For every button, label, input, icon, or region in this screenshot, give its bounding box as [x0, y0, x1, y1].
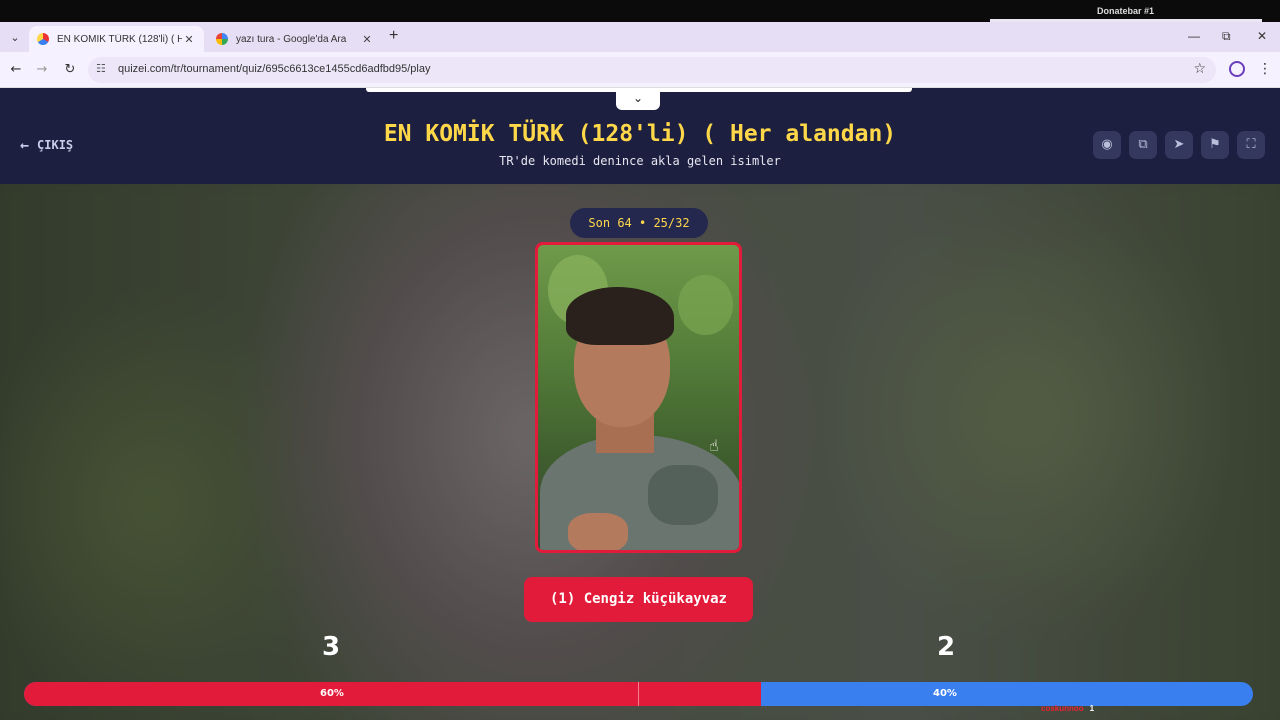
round-badge: Son 64 • 25/32: [570, 208, 708, 238]
close-tab-icon[interactable]: ✕: [360, 33, 374, 46]
browser-toolbar: ← → ↻ ☷ quizei.com/tr/tournament/quiz/69…: [0, 52, 1280, 88]
back-arrow-icon[interactable]: ←: [7, 61, 25, 79]
contestant-photo-card[interactable]: [535, 242, 742, 553]
close-tab-icon[interactable]: ✕: [182, 33, 196, 46]
flag-icon[interactable]: ⚑: [1201, 131, 1229, 159]
site-info-icon[interactable]: ☷: [96, 62, 106, 75]
close-window-button[interactable]: ✕: [1257, 29, 1267, 43]
google-favicon-icon: [216, 33, 228, 45]
right-percent-label: 40%: [933, 688, 957, 699]
bar-midline: [638, 682, 639, 706]
stream-value: 1: [1089, 704, 1095, 713]
chevron-down-icon[interactable]: ⌄: [616, 88, 660, 110]
reload-icon[interactable]: ↻: [61, 61, 79, 79]
stream-overlay-user: coskunnoo 1: [1041, 704, 1094, 713]
eye-icon[interactable]: ◉: [1093, 131, 1121, 159]
restore-button[interactable]: ⧉: [1222, 29, 1231, 44]
exit-button[interactable]: ← ÇIKIŞ: [20, 136, 73, 154]
os-top-strip: Donatebar #1: [0, 0, 1280, 22]
left-vote-fill: [24, 682, 762, 706]
donatebar-label: Donatebar #1: [1097, 6, 1155, 16]
tab-title: yazı tura - Google'da Ara: [236, 33, 347, 45]
quiz-subtitle: TR'de komedi denince akla gelen isimler: [499, 154, 781, 168]
stream-username: coskunnoo: [1041, 704, 1084, 713]
fullscreen-icon[interactable]: ⛶: [1237, 131, 1265, 159]
url-text[interactable]: quizei.com/tr/tournament/quiz/695c6613ce…: [118, 63, 431, 75]
tab-search-button[interactable]: ⌄: [6, 29, 24, 47]
new-tab-button[interactable]: +: [389, 27, 398, 45]
quiz-header: ⌄ ← ÇIKIŞ EN KOMİK TÜRK (128'li) ( Her a…: [0, 88, 1280, 184]
left-percent-label: 60%: [320, 688, 344, 699]
bookmark-star-icon[interactable]: ☆: [1193, 61, 1206, 77]
minimize-button[interactable]: —: [1188, 29, 1200, 43]
quizei-favicon-icon: [37, 33, 49, 45]
vote-percentage-bar: 60% 40%: [24, 682, 1253, 706]
quiz-page: ⌄ ← ÇIKIŞ EN KOMİK TÜRK (128'li) ( Her a…: [0, 88, 1280, 720]
quiz-title: EN KOMİK TÜRK (128'li) ( Her alandan): [383, 121, 897, 147]
tab-title: EN KOMİK TÜRK (128'li) ( Her al: [57, 33, 182, 45]
forward-arrow-icon[interactable]: →: [33, 61, 51, 79]
quiz-toolbar: ◉ ⧉ ➤ ⚑ ⛶: [1093, 131, 1265, 159]
left-vote-count: 3: [322, 632, 341, 662]
share-icon[interactable]: ⧉: [1129, 131, 1157, 159]
right-vote-count: 2: [937, 632, 956, 662]
send-icon[interactable]: ➤: [1165, 131, 1193, 159]
browser-menu-icon[interactable]: ⋮: [1258, 61, 1272, 77]
contestant-name-button[interactable]: (1) Cengiz küçükayvaz: [524, 577, 753, 622]
profile-icon[interactable]: [1229, 61, 1245, 77]
browser-tab-google[interactable]: yazı tura - Google'da Ara ✕: [208, 26, 382, 52]
match-stage: Son 64 • 25/32 (1) Cengiz küçükayvaz 3 2…: [0, 184, 1280, 720]
address-bar[interactable]: ☷ quizei.com/tr/tournament/quiz/695c6613…: [88, 57, 1216, 83]
browser-tab-active[interactable]: EN KOMİK TÜRK (128'li) ( Her al ✕: [29, 26, 204, 52]
browser-tab-strip: ⌄ EN KOMİK TÜRK (128'li) ( Her al ✕ yazı…: [0, 22, 1280, 52]
exit-label: ÇIKIŞ: [37, 138, 74, 152]
back-arrow-icon: ←: [20, 136, 30, 154]
mouse-cursor-icon: ☝: [709, 436, 719, 455]
